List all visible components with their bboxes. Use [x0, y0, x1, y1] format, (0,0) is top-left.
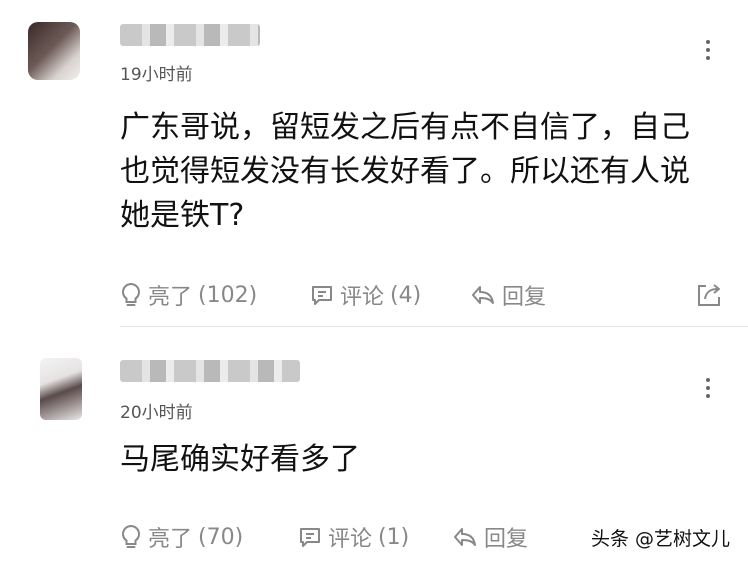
comment-actions: 亮了 (102) 评论 (4) 回复: [120, 278, 724, 312]
reply-button[interactable]: 回复: [470, 279, 546, 311]
reply-arrow-icon: [470, 283, 496, 307]
comment-time: 19小时前: [120, 65, 193, 85]
reply-arrow-icon: [452, 525, 478, 549]
like-count: (70): [198, 524, 244, 550]
comment-time: 20小时前: [120, 403, 193, 423]
comment-label: 评论: [340, 285, 385, 310]
like-label: 亮了: [148, 527, 193, 552]
comment-count: (1): [378, 524, 410, 550]
like-button[interactable]: 亮了 (102): [120, 279, 310, 311]
share-icon[interactable]: [694, 280, 724, 316]
comment-count: (4): [390, 282, 422, 308]
watermark: 头条 @艺树文儿: [590, 528, 730, 550]
speech-bubble-icon: [298, 525, 322, 549]
more-vertical-icon[interactable]: [706, 40, 712, 60]
comment-label: 评论: [328, 527, 373, 552]
comment-button[interactable]: 评论 (1): [298, 521, 452, 553]
lightbulb-icon: [120, 524, 142, 550]
comment-button[interactable]: 评论 (4): [310, 279, 470, 311]
reply-label: 回复: [484, 527, 529, 552]
like-count: (102): [198, 282, 258, 308]
speech-bubble-icon: [310, 283, 334, 307]
comment-divider: [120, 326, 748, 327]
comment-item: 20小时前 马尾确实好看多了 亮了 (70) 评论 (1) 回复 头条 @艺树文…: [0, 330, 748, 561]
like-button[interactable]: 亮了 (70): [120, 521, 298, 553]
comment-item: 19小时前 广东哥说，留短发之后有点不自信了，自己也觉得短发没有长发好看了。所以…: [0, 0, 748, 330]
avatar[interactable]: [28, 22, 80, 80]
comment-content: 马尾确实好看多了: [120, 442, 360, 477]
reply-button[interactable]: 回复: [452, 521, 528, 553]
reply-label: 回复: [502, 285, 547, 310]
username-blurred[interactable]: [120, 24, 260, 46]
more-vertical-icon[interactable]: [706, 378, 712, 398]
username-blurred[interactable]: [120, 360, 300, 382]
comment-content: 广东哥说，留短发之后有点不自信了，自己也觉得短发没有长发好看了。所以还有人说她是…: [120, 110, 690, 233]
lightbulb-icon: [120, 282, 142, 308]
avatar[interactable]: [40, 358, 82, 420]
like-label: 亮了: [148, 285, 193, 310]
